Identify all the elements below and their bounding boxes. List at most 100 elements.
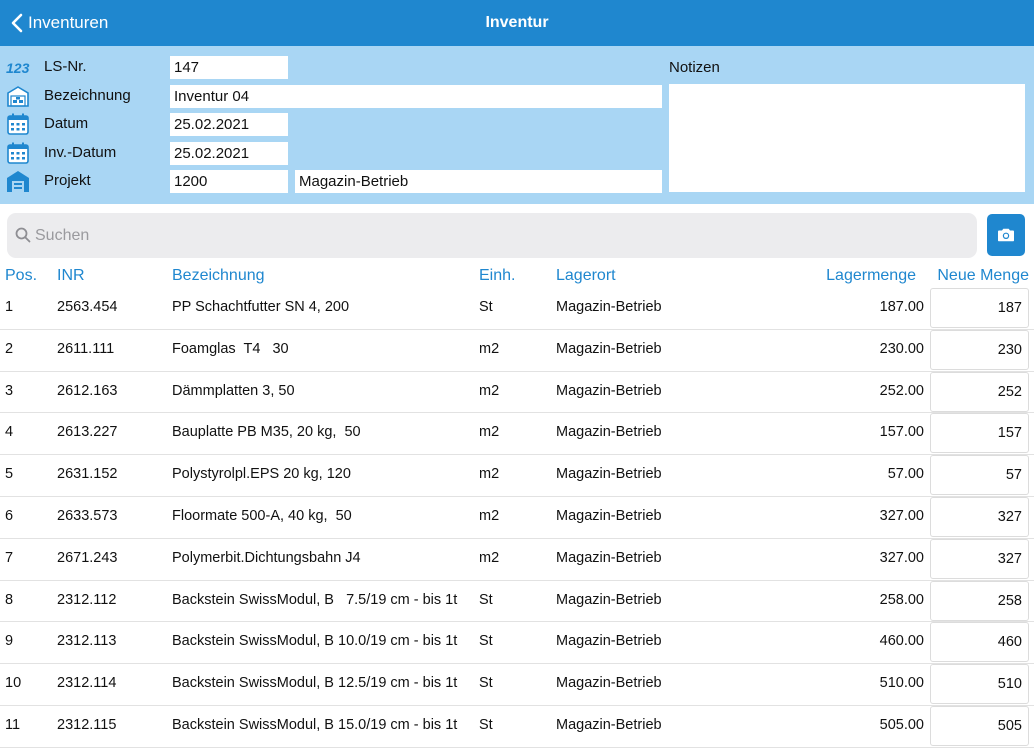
neue-menge-input[interactable] bbox=[930, 455, 1029, 496]
header-lagermenge[interactable]: Lagermenge bbox=[826, 267, 916, 285]
cell-inr: 2633.573 bbox=[57, 507, 118, 524]
cell-inr: 2563.454 bbox=[57, 299, 118, 315]
ls-nr-input[interactable] bbox=[170, 56, 288, 79]
cell-lagermenge: 327.00 bbox=[879, 507, 924, 524]
inv-datum-row: Inv.-Datum bbox=[0, 140, 668, 166]
table-row[interactable]: 3 2612.163 Dämmplatten 3, 50 m2 Magazin-… bbox=[0, 371, 1034, 414]
cell-inr: 2631.152 bbox=[57, 466, 118, 483]
cell-bezeichnung: Dämmplatten 3, 50 bbox=[172, 382, 295, 399]
cell-bezeichnung: Backstein SwissModul, B 15.0/19 cm - bis… bbox=[172, 716, 458, 733]
cell-einh: St bbox=[479, 591, 493, 608]
cell-lagerort: Magazin-Betrieb bbox=[556, 633, 662, 650]
table-row[interactable]: 9 2312.113 Backstein SwissModul, B 10.0/… bbox=[0, 622, 1034, 665]
cell-lagermenge: 157.00 bbox=[879, 424, 924, 441]
table-row[interactable]: 6 2633.573 Floormate 500-A, 40 kg, 50 m2… bbox=[0, 496, 1034, 539]
inventory-header-form: 123 LS-Nr. Bezeichnung Datum bbox=[0, 46, 1034, 204]
cell-pos: 5 bbox=[5, 466, 14, 483]
cell-lagermenge: 57.00 bbox=[887, 466, 924, 483]
search-icon bbox=[15, 227, 31, 243]
camera-icon bbox=[998, 228, 1014, 242]
cell-einh: m2 bbox=[479, 507, 500, 524]
header-pos[interactable]: Pos. bbox=[5, 267, 37, 285]
cell-lagermenge: 187.00 bbox=[879, 299, 924, 315]
cell-inr: 2312.115 bbox=[57, 716, 117, 733]
header-lagerort[interactable]: Lagerort bbox=[556, 267, 616, 285]
numbers-123-icon: 123 bbox=[6, 60, 30, 76]
cell-lagerort: Magazin-Betrieb bbox=[556, 716, 662, 733]
cell-bezeichnung: Backstein SwissModul, B 7.5/19 cm - bis … bbox=[172, 591, 458, 608]
projekt-row: Projekt bbox=[0, 168, 668, 194]
table-row[interactable]: 7 2671.243 Polymerbit.Dichtungsbahn J4 m… bbox=[0, 538, 1034, 581]
cell-bezeichnung: Backstein SwissModul, B 10.0/19 cm - bis… bbox=[172, 633, 458, 650]
ls-nr-label: LS-Nr. bbox=[44, 58, 87, 75]
cell-lagerort: Magazin-Betrieb bbox=[556, 591, 662, 608]
cell-einh: m2 bbox=[479, 382, 500, 399]
table-row[interactable]: 2 2611.111 Foamglas T4 30 m2 Magazin-Bet… bbox=[0, 329, 1034, 372]
datum-input[interactable] bbox=[170, 113, 288, 136]
header-bezeichnung[interactable]: Bezeichnung bbox=[172, 267, 265, 285]
cell-lagermenge: 327.00 bbox=[879, 549, 924, 566]
cell-inr: 2612.163 bbox=[57, 382, 118, 399]
cell-einh: m2 bbox=[479, 340, 500, 357]
neue-menge-input[interactable] bbox=[930, 371, 1029, 412]
bezeichnung-row: Bezeichnung bbox=[0, 83, 668, 109]
table-row[interactable]: 10 2312.114 Backstein SwissModul, B 12.5… bbox=[0, 664, 1034, 706]
table-row[interactable]: 5 2631.152 Polystyrolpl.EPS 20 kg, 120 m… bbox=[0, 455, 1034, 497]
inventory-table: 1 2563.454 PP Schachtfutter SN 4, 200 St… bbox=[0, 288, 1034, 748]
svg-text:123: 123 bbox=[6, 60, 30, 76]
back-button-label: Inventuren bbox=[28, 13, 109, 32]
neue-menge-input[interactable] bbox=[930, 413, 1029, 454]
cell-bezeichnung: Floormate 500-A, 40 kg, 50 bbox=[172, 507, 352, 524]
search-bar bbox=[7, 213, 977, 258]
notizen-textarea[interactable] bbox=[669, 84, 1025, 192]
cell-lagerort: Magazin-Betrieb bbox=[556, 466, 662, 483]
neue-menge-input[interactable] bbox=[930, 538, 1029, 579]
neue-menge-input[interactable] bbox=[930, 664, 1029, 705]
header-neue-menge[interactable]: Neue Menge bbox=[937, 267, 1029, 285]
cell-inr: 2611.111 bbox=[57, 340, 115, 357]
page-title: Inventur bbox=[485, 14, 549, 31]
cell-einh: St bbox=[479, 633, 493, 650]
cell-bezeichnung: Polystyrolpl.EPS 20 kg, 120 bbox=[172, 466, 351, 483]
cell-lagerort: Magazin-Betrieb bbox=[556, 507, 662, 524]
table-row[interactable]: 4 2613.227 Bauplatte PB M35, 20 kg, 50 m… bbox=[0, 413, 1034, 456]
neue-menge-input[interactable] bbox=[930, 496, 1029, 537]
camera-scan-button[interactable] bbox=[987, 214, 1025, 256]
chevron-left-icon bbox=[11, 13, 23, 33]
table-row[interactable]: 1 2563.454 PP Schachtfutter SN 4, 200 St… bbox=[0, 288, 1034, 330]
table-row[interactable]: 11 2312.115 Backstein SwissModul, B 15.0… bbox=[0, 705, 1034, 748]
cell-inr: 2613.227 bbox=[57, 424, 118, 441]
building-icon bbox=[7, 171, 29, 192]
cell-bezeichnung: PP Schachtfutter SN 4, 200 bbox=[172, 299, 350, 315]
neue-menge-input[interactable] bbox=[930, 580, 1029, 621]
neue-menge-input[interactable] bbox=[930, 288, 1029, 328]
calendar-icon bbox=[7, 113, 29, 135]
neue-menge-input[interactable] bbox=[930, 705, 1029, 746]
cell-lagermenge: 460.00 bbox=[879, 633, 924, 650]
cell-bezeichnung: Bauplatte PB M35, 20 kg, 50 bbox=[172, 424, 361, 441]
header-inr[interactable]: INR bbox=[57, 267, 85, 285]
inv-datum-input[interactable] bbox=[170, 142, 288, 165]
cell-inr: 2312.112 bbox=[57, 591, 117, 608]
neue-menge-input[interactable] bbox=[930, 622, 1029, 663]
inv-datum-label: Inv.-Datum bbox=[44, 144, 117, 161]
projekt-number-input[interactable] bbox=[170, 170, 288, 193]
datum-label: Datum bbox=[44, 115, 89, 132]
header-einh[interactable]: Einh. bbox=[479, 267, 515, 285]
bezeichnung-input[interactable] bbox=[170, 85, 662, 108]
cell-lagerort: Magazin-Betrieb bbox=[556, 549, 662, 566]
neue-menge-input[interactable] bbox=[930, 329, 1029, 370]
cell-pos: 7 bbox=[5, 549, 14, 566]
cell-pos: 3 bbox=[5, 382, 14, 399]
cell-pos: 9 bbox=[5, 633, 14, 650]
cell-einh: m2 bbox=[479, 549, 500, 566]
cell-einh: St bbox=[479, 299, 493, 315]
cell-einh: m2 bbox=[479, 424, 500, 441]
projekt-name-input[interactable] bbox=[295, 170, 662, 193]
back-button[interactable]: Inventuren bbox=[10, 0, 108, 46]
cell-bezeichnung: Foamglas T4 30 bbox=[172, 340, 289, 357]
table-row[interactable]: 8 2312.112 Backstein SwissModul, B 7.5/1… bbox=[0, 580, 1034, 623]
cell-lagermenge: 252.00 bbox=[879, 382, 924, 399]
projekt-label: Projekt bbox=[44, 172, 91, 189]
search-input[interactable] bbox=[35, 213, 965, 258]
